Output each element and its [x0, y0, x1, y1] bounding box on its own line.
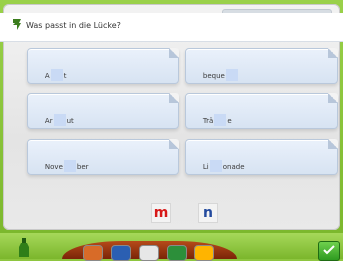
question-text: Was passt in die Lücke?: [26, 21, 121, 30]
blank-gap[interactable]: [214, 114, 227, 126]
word-card-2[interactable]: beque: [185, 48, 338, 84]
pin-icon: [13, 19, 21, 30]
blank-gap[interactable]: [63, 160, 76, 172]
blank-gap[interactable]: [225, 69, 238, 81]
word-card-3[interactable]: Ar ut: [27, 93, 179, 129]
word-text: At: [36, 61, 66, 89]
card-fold: [328, 139, 338, 149]
letter-tile-m[interactable]: m: [151, 203, 171, 223]
word-card-4[interactable]: Trä e: [185, 93, 338, 129]
letter-tile-n[interactable]: n: [198, 203, 218, 223]
check-icon: [323, 245, 335, 255]
word-text: Nove ber: [36, 152, 89, 180]
card-fold: [169, 93, 179, 103]
card-fold: [169, 48, 179, 58]
blank-gap[interactable]: [53, 114, 66, 126]
bottle-icon[interactable]: [18, 238, 30, 258]
card-fold: [328, 93, 338, 103]
check-button[interactable]: [318, 241, 340, 261]
blank-gap[interactable]: [209, 160, 222, 172]
word-text: Trä e: [194, 106, 232, 134]
word-text: beque: [194, 61, 239, 89]
word-card-6[interactable]: Li onade: [185, 139, 338, 175]
word-text: Ar ut: [36, 106, 74, 134]
word-card-5[interactable]: Nove ber: [27, 139, 179, 175]
word-text: Li onade: [194, 152, 245, 180]
card-fold: [328, 48, 338, 58]
card-fold: [169, 139, 179, 149]
word-card-1[interactable]: At: [27, 48, 179, 84]
blank-gap[interactable]: [50, 69, 63, 81]
